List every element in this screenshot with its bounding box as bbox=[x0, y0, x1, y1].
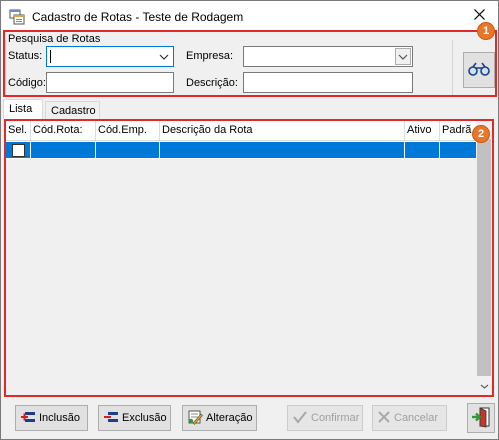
marker-badge-2: 2 bbox=[472, 125, 490, 143]
checkmark-icon bbox=[292, 410, 308, 427]
marker-badge-1: 1 bbox=[477, 22, 495, 40]
cancelar-label: Cancelar bbox=[394, 412, 439, 424]
exit-button[interactable] bbox=[467, 403, 495, 433]
exclusao-button[interactable]: Exclusão bbox=[98, 405, 171, 431]
inclusao-label: Inclusão bbox=[39, 412, 80, 424]
exclusao-label: Exclusão bbox=[122, 412, 167, 424]
close-icon bbox=[473, 9, 485, 23]
confirmar-label: Confirmar bbox=[311, 412, 360, 424]
window-title: Cadastro de Rotas - Teste de Rodagem bbox=[32, 10, 244, 24]
alteracao-label: Alteração bbox=[206, 412, 253, 424]
alteracao-button[interactable]: Alteração bbox=[182, 405, 257, 431]
app-window-icon bbox=[9, 9, 25, 25]
highlight-box-grid bbox=[4, 119, 494, 397]
cancel-x-icon bbox=[377, 410, 391, 427]
title-bar: Cadastro de Rotas - Teste de Rodagem bbox=[1, 1, 498, 32]
delete-row-icon bbox=[103, 410, 119, 427]
highlight-box-filters bbox=[3, 30, 497, 97]
inclusao-button[interactable]: Inclusão bbox=[15, 405, 88, 431]
tab-lista[interactable]: Lista bbox=[3, 99, 43, 119]
cancelar-button[interactable]: Cancelar bbox=[372, 405, 447, 431]
exit-door-icon bbox=[471, 406, 491, 431]
main-window: Cadastro de Rotas - Teste de Rodagem Pes… bbox=[0, 0, 499, 440]
tab-cadastro[interactable]: Cadastro bbox=[45, 101, 100, 121]
edit-record-icon bbox=[187, 409, 203, 428]
insert-row-icon bbox=[20, 410, 36, 427]
confirmar-button[interactable]: Confirmar bbox=[287, 405, 363, 431]
